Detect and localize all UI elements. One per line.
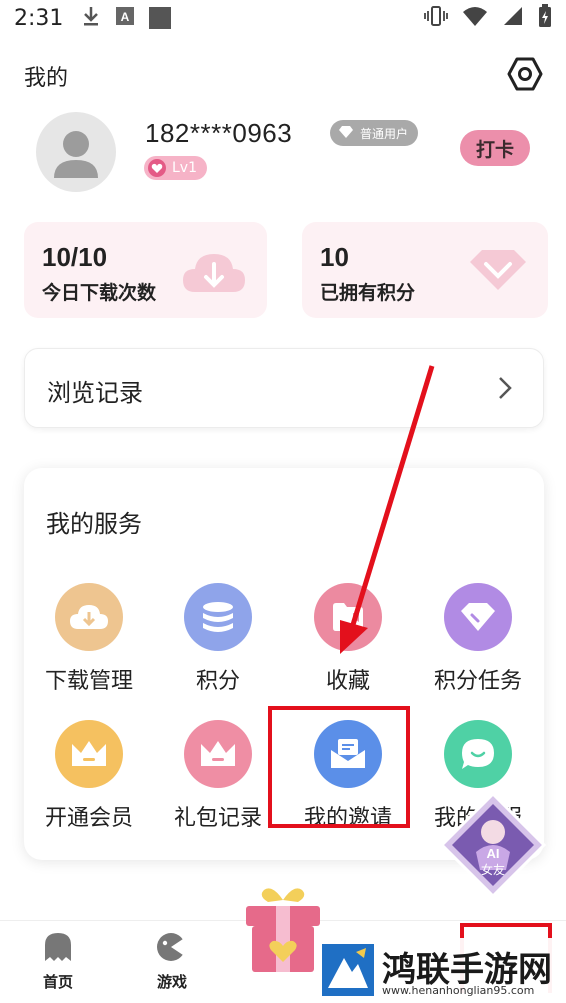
ghost-icon (42, 933, 74, 967)
gift-box-button[interactable] (238, 880, 328, 976)
watermark-logo-icon (320, 942, 376, 1002)
gift-box-icon (246, 888, 320, 972)
gamepad-icon (155, 933, 189, 967)
tab-games[interactable]: 游戏 (142, 931, 202, 992)
watermark: 鸿联手游网 www.henanhonglian95.com (316, 938, 566, 1003)
tab-games-label: 游戏 (156, 973, 187, 991)
watermark-url: www.henanhonglian95.com (382, 984, 535, 997)
ai-badge-line1: AI (487, 846, 500, 861)
tab-home[interactable]: 首页 (28, 931, 88, 992)
tab-home-label: 首页 (42, 973, 73, 991)
ai-badge-line2: 女友 (481, 862, 505, 877)
ai-companion-badge[interactable]: AI 女友 (439, 791, 547, 899)
